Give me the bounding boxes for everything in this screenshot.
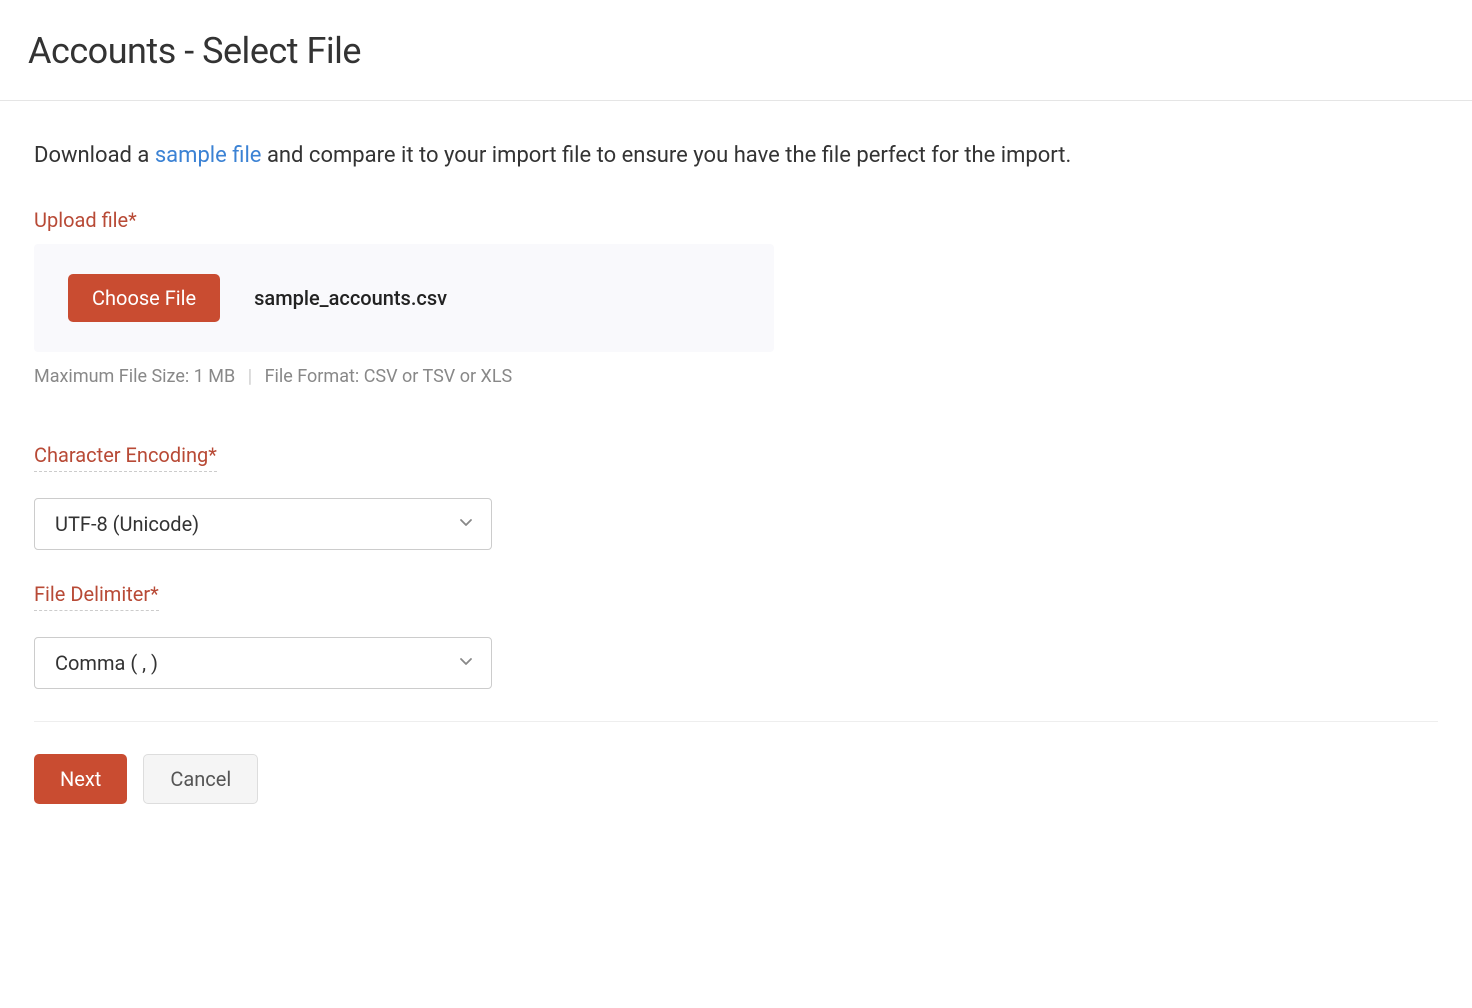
character-encoding-label: Character Encoding* xyxy=(34,443,217,472)
delimiter-value: Comma ( , ) xyxy=(55,651,158,675)
selected-file-name: sample_accounts.csv xyxy=(254,286,447,310)
encoding-section: Character Encoding* UTF-8 (Unicode) xyxy=(34,443,1438,550)
choose-file-button[interactable]: Choose File xyxy=(68,274,220,322)
sample-file-link[interactable]: sample file xyxy=(155,143,262,168)
file-info-separator: | xyxy=(248,366,252,387)
file-delimiter-select[interactable]: Comma ( , ) xyxy=(34,637,492,689)
action-buttons: Next Cancel xyxy=(34,754,1438,804)
delimiter-section: File Delimiter* Comma ( , ) xyxy=(34,582,1438,689)
cancel-button[interactable]: Cancel xyxy=(143,754,258,804)
encoding-value: UTF-8 (Unicode) xyxy=(55,512,199,536)
page-content: Download a sample file and compare it to… xyxy=(0,101,1472,844)
next-button[interactable]: Next xyxy=(34,754,127,804)
encoding-select-wrapper: UTF-8 (Unicode) xyxy=(34,498,492,550)
page-title: Accounts - Select File xyxy=(28,30,1444,72)
file-info-text: Maximum File Size: 1 MB | File Format: C… xyxy=(34,366,1438,387)
description-suffix: and compare it to your import file to en… xyxy=(261,143,1071,168)
max-file-size-text: Maximum File Size: 1 MB xyxy=(34,366,235,387)
description-text: Download a sample file and compare it to… xyxy=(34,141,1438,172)
description-prefix: Download a xyxy=(34,143,155,168)
file-delimiter-label: File Delimiter* xyxy=(34,582,159,611)
file-format-text: File Format: CSV or TSV or XLS xyxy=(265,366,513,387)
upload-file-label: Upload file* xyxy=(34,208,137,232)
section-divider xyxy=(34,721,1438,722)
page-header: Accounts - Select File xyxy=(0,0,1472,101)
delimiter-select-wrapper: Comma ( , ) xyxy=(34,637,492,689)
character-encoding-select[interactable]: UTF-8 (Unicode) xyxy=(34,498,492,550)
upload-box: Choose File sample_accounts.csv xyxy=(34,244,774,352)
upload-section: Upload file* Choose File sample_accounts… xyxy=(34,208,1438,387)
